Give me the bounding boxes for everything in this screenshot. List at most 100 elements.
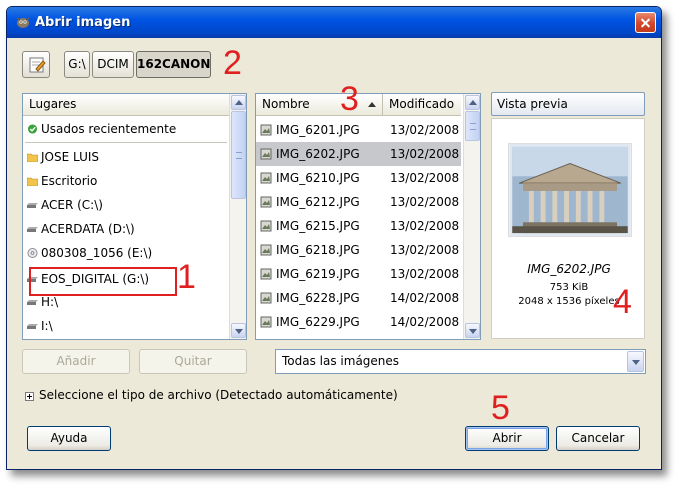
file-name: IMG_6228.JPG [276,291,360,305]
scroll-up-arrow-icon[interactable] [231,95,246,110]
file-name: IMG_6215.JPG [276,219,360,233]
annotation-4: 4 [613,283,632,321]
file-row[interactable]: IMG_6212.JPG 13/02/2008 [256,190,461,214]
column-header-modified[interactable]: Modificado [382,94,461,116]
dialog-content: G:\ DCIM 162CANON 2 Lugares Usados recie… [7,38,661,469]
path-button-drive[interactable]: G:\ [64,51,90,78]
gimp-icon [16,17,30,28]
file-row[interactable]: IMG_6210.JPG 13/02/2008 [256,166,461,190]
file-row[interactable]: IMG_6229.JPG 14/02/2008 [256,310,461,334]
cancel-button[interactable]: Cancelar [556,426,640,451]
remove-place-button[interactable]: Quitar [139,349,247,374]
image-file-icon [260,316,272,328]
annotation-3: 3 [340,80,359,118]
place-item-escritorio[interactable]: Escritorio [23,170,230,193]
annotation-highlight-box [29,267,177,296]
file-modified-date: 13/02/2008 [390,147,460,161]
path-button-dcim[interactable]: DCIM [92,51,134,78]
place-label: ACERDATA (D:\) [41,222,135,236]
file-modified-date: 13/02/2008 [390,171,460,185]
image-file-icon [260,148,272,160]
place-item-recent[interactable]: Usados recientemente [23,118,230,141]
file-name: IMG_6201.JPG [276,123,360,137]
close-button[interactable] [635,12,656,33]
folder-icon [27,153,38,162]
file-modified-date: 14/02/2008 [390,315,460,329]
annotation-1: 1 [177,258,196,296]
file-row[interactable]: IMG_6202.JPG 13/02/2008 [256,142,461,166]
place-label: I:\ [41,319,53,333]
file-row[interactable]: IMG_6219.JPG 13/02/2008 [256,262,461,286]
preview-thumbnail-image [508,143,632,237]
place-item-acer[interactable]: ACER (C:\) [23,194,230,217]
file-modified-date: 13/02/2008 [390,243,460,257]
files-scrollbar[interactable] [463,94,480,339]
scroll-thumb[interactable] [465,111,480,141]
places-panel: Lugares Usados recientemente JOSE LUIS E… [22,93,247,340]
file-name: IMG_6219.JPG [276,267,360,281]
expand-plus-icon[interactable] [25,392,34,401]
place-item-acerdata[interactable]: ACERDATA (D:\) [23,218,230,241]
file-row[interactable]: IMG_6215.JPG 13/02/2008 [256,214,461,238]
scroll-down-arrow-icon[interactable] [465,323,480,338]
drive-icon [27,227,38,232]
place-item-i[interactable]: I:\ [23,315,230,338]
image-file-icon [260,292,272,304]
title-bar[interactable]: Abrir imagen [7,7,661,38]
file-name: IMG_6218.JPG [276,243,360,257]
file-modified-date: 13/02/2008 [390,219,460,233]
file-list-panel: Nombre Modificado IMG_6201.JPG 13/02/2008… [255,93,481,340]
file-modified-date: 13/02/2008 [390,267,460,281]
drive-icon [27,300,38,305]
places-scrollbar[interactable] [229,94,246,339]
filetype-expander-label[interactable]: Seleccione el tipo de archivo (Detectado… [39,388,398,402]
file-name: IMG_6210.JPG [276,171,360,185]
file-modified-date: 13/02/2008 [390,123,460,137]
place-label: JOSE LUIS [41,150,100,164]
place-label: 080308_1056 (E:\) [41,246,153,260]
cdrom-icon [27,248,38,258]
file-name: IMG_6202.JPG [276,147,360,161]
sort-ascending-icon [368,102,376,107]
places-header[interactable]: Lugares [23,94,230,116]
file-row[interactable]: IMG_6201.JPG 13/02/2008 [256,118,461,142]
preview-button[interactable]: Vista previa [491,92,645,116]
file-name: IMG_6212.JPG [276,195,360,209]
image-file-icon [260,220,272,232]
image-file-icon [260,196,272,208]
column-header-name[interactable]: Nombre [256,94,382,116]
open-button[interactable]: Abrir [465,426,549,451]
chevron-down-icon[interactable] [627,351,644,372]
type-location-button[interactable] [22,51,50,78]
file-filter-value: Todas las imágenes [282,354,400,368]
file-modified-date: 13/02/2008 [390,195,460,209]
image-file-icon [260,124,272,136]
file-filter-select[interactable]: Todas las imágenes [275,349,646,374]
column-name-label: Nombre [262,97,310,111]
scroll-thumb[interactable] [231,111,246,199]
place-item-cdrom[interactable]: 080308_1056 (E:\) [23,242,230,265]
file-name: IMG_6229.JPG [276,315,360,329]
scroll-up-arrow-icon[interactable] [465,95,480,110]
preview-filename: IMG_6202.JPG [527,262,611,276]
recent-icon [27,124,38,134]
file-modified-date: 14/02/2008 [390,291,460,305]
scroll-down-arrow-icon[interactable] [231,323,246,338]
file-row[interactable]: IMG_6218.JPG 13/02/2008 [256,238,461,262]
folder-icon [27,177,38,186]
place-label: Escritorio [41,174,98,188]
drive-icon [27,324,38,329]
annotation-5: 5 [491,389,510,427]
image-file-icon [260,172,272,184]
add-place-button[interactable]: Añadir [22,349,130,374]
image-file-icon [260,268,272,280]
open-image-dialog: Abrir imagen G:\ DCIM 162CANON 2 Lugares… [6,6,662,470]
drive-icon [27,203,38,208]
help-button[interactable]: Ayuda [27,426,111,451]
place-item-jose-luis[interactable]: JOSE LUIS [23,146,230,169]
edit-pencil-icon [29,57,46,73]
path-button-162canon[interactable]: 162CANON [136,51,211,78]
window-title: Abrir imagen [35,15,131,30]
file-row[interactable]: IMG_6228.JPG 14/02/2008 [256,286,461,310]
image-file-icon [260,244,272,256]
